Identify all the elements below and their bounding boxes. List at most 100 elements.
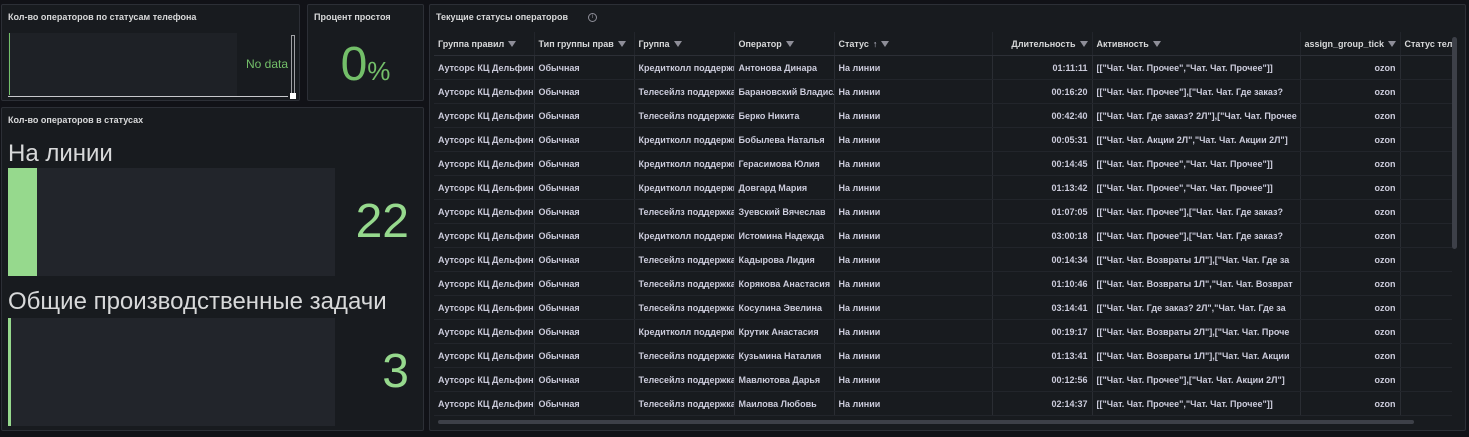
table-row[interactable]: Аутсорс КЦ Дельфин Обычная Кредитколл подд… — [434, 127, 1452, 152]
table-cell: 00:19:17 — [992, 319, 1093, 344]
filter-icon[interactable] — [673, 41, 682, 48]
stat-value: 0% — [308, 37, 423, 99]
table-cell: 01:07:05 — [992, 199, 1093, 224]
table-cell: Герасимова Юлия — [734, 151, 835, 176]
filter-icon[interactable] — [508, 41, 517, 48]
table-row[interactable]: Аутсорс КЦ Дельфин Обычная Кредитколл подд… — [434, 223, 1452, 248]
table-cell: 00:14:45 — [992, 151, 1093, 176]
bar-label-online: На линии — [8, 140, 113, 167]
table-cell: Кредитколл поддержка — [634, 223, 735, 248]
column-header[interactable]: Статус теле — [1400, 32, 1452, 56]
table-row[interactable]: Аутсорс КЦ Дельфин Обычная Кредитколл подд… — [434, 55, 1452, 80]
table-cell: ozon — [1300, 295, 1401, 320]
table-cell: Бобылева Наталья — [734, 127, 835, 152]
column-header[interactable]: Группа — [634, 32, 735, 56]
table-cell: ozon — [1300, 319, 1401, 344]
table-row[interactable]: Аутсорс КЦ Дельфин Обычная Телесейлз подде… — [434, 199, 1452, 224]
vertical-scrollbar[interactable] — [1452, 37, 1457, 249]
filter-icon[interactable] — [1152, 41, 1161, 48]
table-cell: Аутсорс КЦ Дельфин — [434, 271, 535, 296]
table-row[interactable]: Аутсорс КЦ Дельфин Обычная Телесейлз подде… — [434, 295, 1452, 320]
filter-icon[interactable] — [617, 41, 626, 48]
table-cell: [["Чат. Чат. Прочее"],["Чат. Чат. Акции … — [1092, 367, 1301, 392]
table-cell: На линии — [834, 295, 993, 320]
table-cell: ozon — [1300, 343, 1401, 368]
table-cell: ozon — [1300, 103, 1401, 128]
table-cell: 03:00:18 — [992, 223, 1093, 248]
table-row[interactable]: Аутсорс КЦ Дельфин Обычная Кредитколл подд… — [434, 319, 1452, 344]
column-header[interactable]: Статус ↑ — [834, 32, 993, 56]
table-cell: ozon — [1300, 391, 1401, 416]
table-cell: Обычная — [534, 199, 635, 224]
phone-status-panel: Кол-во операторов по статусам телефона N… — [1, 4, 300, 101]
table-cell — [1400, 247, 1452, 272]
table-cell: Кредитколл поддержка — [634, 151, 735, 176]
info-icon[interactable]: i — [588, 13, 597, 22]
table-cell: [["Чат. Чат. Возвраты 1Л","Чат. Чат. Воз… — [1092, 271, 1301, 296]
table-cell: [["Чат. Чат. Возвраты 1Л"],["Чат. Чат. А… — [1092, 343, 1301, 368]
table-cell: Мавлютова Дарья — [734, 367, 835, 392]
column-header[interactable]: Группа правил — [434, 32, 535, 56]
axis-line — [9, 33, 10, 95]
panel-title[interactable]: Кол-во операторов в статусах — [8, 115, 143, 125]
table-cell: Корякова Анастасия — [734, 271, 835, 296]
table-cell: Обычная — [534, 247, 635, 272]
filter-icon[interactable] — [1079, 41, 1088, 48]
table-cell: Крутик Анастасия — [734, 319, 835, 344]
column-header-label: Оператор — [738, 38, 782, 49]
filter-icon[interactable] — [785, 41, 794, 48]
table-cell: 00:14:34 — [992, 247, 1093, 272]
horizontal-scrollbar[interactable] — [438, 420, 1414, 424]
table-cell: На линии — [834, 271, 993, 296]
table-cell: Телесейлз поддержка — [634, 103, 735, 128]
scroll-handle[interactable] — [290, 93, 296, 99]
column-header[interactable]: Активность — [1092, 32, 1301, 56]
column-header-label: Активность — [1096, 38, 1149, 49]
column-header[interactable]: Оператор — [734, 32, 835, 56]
column-header[interactable]: assign_group_tick — [1300, 32, 1401, 56]
panel-title[interactable]: Процент простоя — [314, 12, 391, 22]
bar-fill — [8, 168, 37, 276]
table-cell: [["Чат. Чат. Прочее","Чат. Чат. Прочее"]… — [1092, 391, 1301, 416]
column-header[interactable]: Длительность — [992, 32, 1093, 56]
table-cell — [1400, 295, 1452, 320]
table-row[interactable]: Аутсорс КЦ Дельфин Обычная Кредитколл подд… — [434, 175, 1452, 200]
filter-icon[interactable] — [881, 41, 890, 48]
table-cell: На линии — [834, 127, 993, 152]
stat-unit: % — [367, 56, 391, 86]
panel-title[interactable]: Текущие статусы операторов — [436, 12, 568, 22]
column-header[interactable]: Тип группы прав — [534, 32, 635, 56]
table-row[interactable]: Аутсорс КЦ Дельфин Обычная Телесейлз подде… — [434, 103, 1452, 128]
table-cell: Кредитколл поддержка — [634, 127, 735, 152]
table-cell: Аутсорс КЦ Дельфин — [434, 247, 535, 272]
table-row[interactable]: Аутсорс КЦ Дельфин Обычная Телесейлз подде… — [434, 367, 1452, 392]
table-cell: Аутсорс КЦ Дельфин — [434, 55, 535, 80]
table-cell: Телесейлз поддержка — [634, 295, 735, 320]
scrollbar[interactable] — [291, 35, 295, 95]
filter-icon[interactable] — [1388, 41, 1397, 48]
table-row[interactable]: Аутсорс КЦ Дельфин Обычная Телесейлз подде… — [434, 343, 1452, 368]
table-cell: ozon — [1300, 271, 1401, 296]
table-cell: Аутсорс КЦ Дельфин — [434, 223, 535, 248]
table-cell: Обычная — [534, 391, 635, 416]
stat-number: 0 — [340, 38, 368, 91]
table-cell: Довгард Мария — [734, 175, 835, 200]
table-cell: Аутсорс КЦ Дельфин — [434, 127, 535, 152]
table-cell — [1400, 151, 1452, 176]
table-row[interactable]: Аутсорс КЦ Дельфин Обычная Телесейлз подде… — [434, 247, 1452, 272]
column-header-label: Статус теле — [1404, 38, 1453, 49]
table-row[interactable]: Аутсорс КЦ Дельфин Обычная Кредитколл подд… — [434, 151, 1452, 176]
table-cell: На линии — [834, 223, 993, 248]
table-row[interactable]: Аутсорс КЦ Дельфин Обычная Телесейлз подде… — [434, 391, 1452, 416]
table-cell: Кредитколл поддержка — [634, 175, 735, 200]
column-header-label: Тип группы прав — [538, 38, 614, 49]
panel-title[interactable]: Кол-во операторов по статусам телефона — [8, 12, 196, 22]
table-cell: [["Чат. Чат. Прочее"],["Чат. Чат. Где за… — [1092, 79, 1301, 104]
column-header-label: Статус — [838, 38, 869, 49]
table-row[interactable]: Аутсорс КЦ Дельфин Обычная Телесейлз подде… — [434, 271, 1452, 296]
table-row[interactable]: Аутсорс КЦ Дельфин Обычная Телесейлз подде… — [434, 79, 1452, 104]
table-cell: ozon — [1300, 175, 1401, 200]
sort-ascending-icon[interactable]: ↑ — [873, 39, 878, 49]
table-cell — [1400, 367, 1452, 392]
table-cell: ozon — [1300, 151, 1401, 176]
